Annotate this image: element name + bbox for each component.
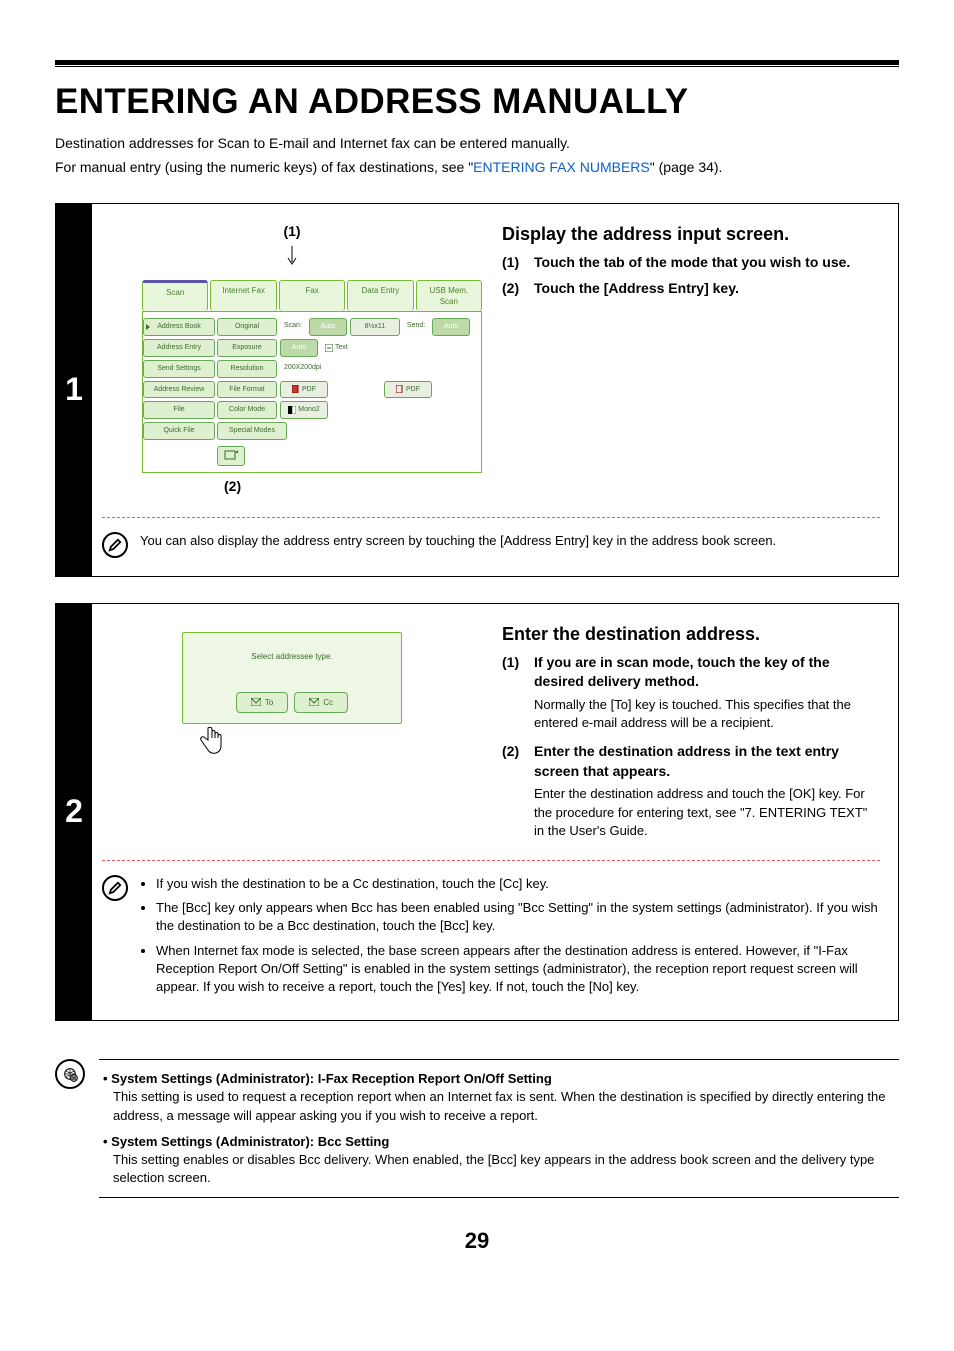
tab-usb-mem-scan[interactable]: USB Mem. Scan bbox=[416, 280, 482, 311]
side-address-review[interactable]: Address Review bbox=[143, 381, 215, 399]
step-2-heading: Enter the destination address. bbox=[502, 622, 880, 647]
row-original[interactable]: Original bbox=[217, 318, 277, 336]
dashed-separator bbox=[102, 517, 880, 518]
substep-1-2-text: Touch the [Address Entry] key. bbox=[534, 279, 739, 299]
admin-settings-icon bbox=[55, 1059, 85, 1089]
pdf-icon bbox=[396, 385, 404, 393]
note-icon bbox=[102, 532, 128, 558]
gear-globe-icon bbox=[62, 1066, 78, 1082]
val-resolution: 200X200dpi bbox=[280, 360, 325, 378]
mail-cc-icon bbox=[309, 698, 319, 706]
text-mode-icon bbox=[325, 344, 333, 352]
lbl-text: Text bbox=[335, 343, 348, 353]
page-title: ENTERING AN ADDRESS MANUALLY bbox=[55, 77, 899, 126]
page-number: 29 bbox=[55, 1226, 899, 1257]
callout-2: (2) bbox=[224, 477, 482, 497]
row-file-format[interactable]: File Format bbox=[217, 381, 277, 399]
fileformat-pdf-1: PDF bbox=[280, 381, 328, 399]
side-address-book[interactable]: Address Book bbox=[143, 318, 215, 336]
tab-bar: Scan Internet Fax Fax Data Entry USB Mem… bbox=[142, 280, 482, 311]
top-rule-thin bbox=[55, 66, 899, 67]
tab-internet-fax[interactable]: Internet Fax bbox=[210, 280, 276, 311]
row-exposure[interactable]: Exposure bbox=[217, 339, 277, 357]
callout-1: (1) bbox=[102, 222, 482, 242]
step-2-number: 2 bbox=[56, 604, 92, 1021]
note-icon bbox=[102, 875, 128, 901]
pdf-icon bbox=[292, 385, 300, 393]
mono-icon bbox=[288, 406, 296, 414]
intro-line-1: Destination addresses for Scan to E-mail… bbox=[55, 134, 899, 154]
cc-button[interactable]: Cc bbox=[294, 692, 348, 713]
val-size: 8½x11 bbox=[350, 318, 400, 336]
mock-device-screen-2: Select addressee type. To Cc bbox=[182, 632, 402, 724]
substep-2-2-desc: Enter the destination address and touch … bbox=[534, 785, 880, 840]
lbl-scan: Scan: bbox=[280, 318, 306, 336]
fileformat-pdf-2: PDF bbox=[384, 381, 432, 399]
substep-2-2-num: (2) bbox=[502, 742, 526, 840]
preview-icon bbox=[224, 450, 238, 462]
step-2-note-list: If you wish the destination to be a Cc d… bbox=[140, 875, 880, 996]
colormode-mono2: Mono2 bbox=[280, 401, 328, 419]
step-1-number: 1 bbox=[56, 204, 92, 575]
side-send-settings[interactable]: Send Settings bbox=[143, 360, 215, 378]
mail-to-icon bbox=[251, 698, 261, 706]
intro-2-pre: For manual entry (using the numeric keys… bbox=[55, 159, 473, 175]
val-scan-auto: Auto bbox=[309, 318, 347, 336]
preview-button[interactable] bbox=[217, 446, 245, 466]
pencil-icon bbox=[108, 538, 122, 552]
admin-item-2-desc: This setting enables or disables Bcc del… bbox=[113, 1151, 895, 1187]
dashed-separator bbox=[102, 860, 880, 861]
step-2-note-2: The [Bcc] key only appears when Bcc has … bbox=[156, 899, 880, 935]
step-1-note: You can also display the address entry s… bbox=[140, 532, 880, 550]
side-quick-file[interactable]: Quick File bbox=[143, 422, 215, 440]
step-2-note-3: When Internet fax mode is selected, the … bbox=[156, 942, 880, 997]
addressee-prompt: Select addressee type. bbox=[195, 651, 389, 662]
top-rule-thick bbox=[55, 60, 899, 65]
substep-2-1-desc: Normally the [To] key is touched. This s… bbox=[534, 696, 880, 732]
row-color-mode[interactable]: Color Mode bbox=[217, 401, 277, 419]
tab-fax[interactable]: Fax bbox=[279, 280, 345, 311]
mock-device-screen-1: Scan Internet Fax Fax Data Entry USB Mem… bbox=[142, 280, 482, 473]
side-file[interactable]: File bbox=[143, 401, 215, 419]
tab-scan[interactable]: Scan bbox=[142, 280, 208, 311]
hand-cursor-icon bbox=[196, 726, 224, 758]
intro-line-2: For manual entry (using the numeric keys… bbox=[55, 158, 899, 178]
step-1: 1 (1) Scan Internet Fax Fax Data Entry U… bbox=[55, 203, 899, 576]
substep-1-1-num: (1) bbox=[502, 253, 526, 273]
substep-1-2-num: (2) bbox=[502, 279, 526, 299]
substep-1-1-text: Touch the tab of the mode that you wish … bbox=[534, 253, 850, 273]
entering-fax-numbers-link[interactable]: ENTERING FAX NUMBERS bbox=[473, 159, 650, 175]
step-1-heading: Display the address input screen. bbox=[502, 222, 880, 247]
arrow-down-icon bbox=[286, 246, 298, 266]
tab-data-entry[interactable]: Data Entry bbox=[347, 280, 413, 311]
val-send-auto: Auto bbox=[432, 318, 470, 336]
side-address-entry[interactable]: Address Entry bbox=[143, 339, 215, 357]
to-button[interactable]: To bbox=[236, 692, 288, 713]
substep-2-1-text: If you are in scan mode, touch the key o… bbox=[534, 653, 880, 692]
intro-2-post: " (page 34). bbox=[650, 159, 723, 175]
step-2-note-1: If you wish the destination to be a Cc d… bbox=[156, 875, 880, 893]
admin-item-1-desc: This setting is used to request a recept… bbox=[113, 1088, 895, 1124]
admin-item-1-title: • System Settings (Administrator): I-Fax… bbox=[103, 1070, 895, 1088]
substep-2-2-text: Enter the destination address in the tex… bbox=[534, 742, 880, 781]
admin-settings-box: • System Settings (Administrator): I-Fax… bbox=[99, 1059, 899, 1198]
row-resolution[interactable]: Resolution bbox=[217, 360, 277, 378]
substep-2-1-num: (1) bbox=[502, 653, 526, 733]
panel: Address Book Address Entry Send Settings… bbox=[142, 311, 482, 473]
pencil-icon bbox=[108, 881, 122, 895]
val-exposure: Auto bbox=[280, 339, 318, 357]
row-special-modes[interactable]: Special Modes bbox=[217, 422, 287, 440]
step-2: 2 Select addressee type. To Cc bbox=[55, 603, 899, 1022]
admin-item-2-title: • System Settings (Administrator): Bcc S… bbox=[103, 1133, 895, 1151]
lbl-send: Send: bbox=[403, 318, 429, 336]
